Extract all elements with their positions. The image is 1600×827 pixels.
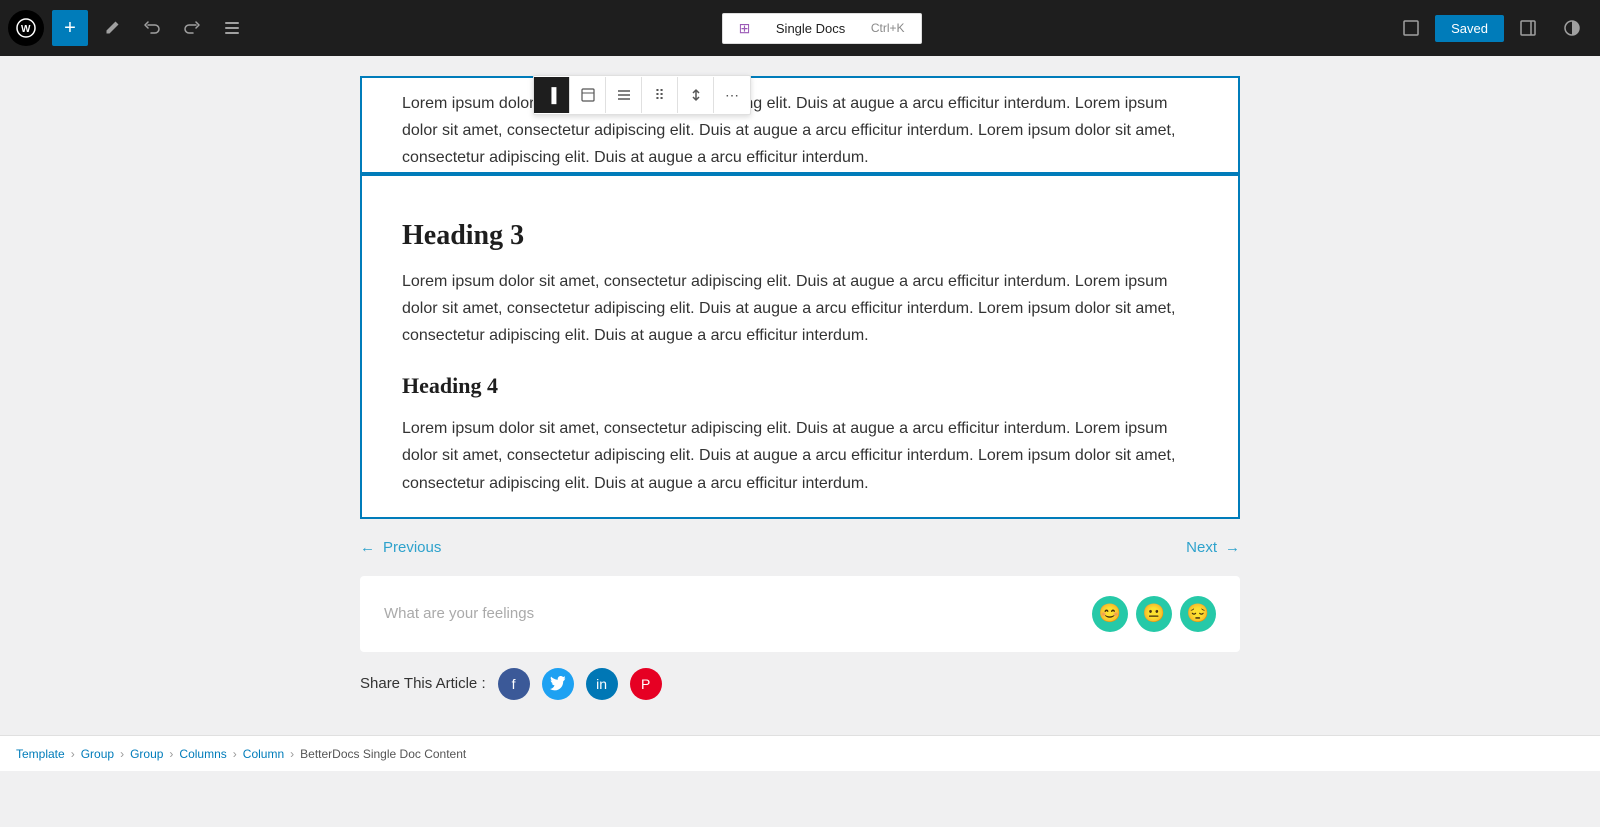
single-docs-label: Single Docs	[776, 21, 845, 36]
share-pinterest[interactable]: P	[630, 668, 662, 700]
previous-label: Previous	[383, 539, 441, 556]
breadcrumb-sep-1: ›	[71, 747, 75, 761]
breadcrumb-sep-3: ›	[169, 747, 173, 761]
previous-link[interactable]: ← Previous	[360, 539, 441, 556]
next-link[interactable]: Next →	[1186, 539, 1240, 556]
main-content: Lorem ipsum dolor sit amet, consectetur …	[0, 56, 1600, 771]
undo-button[interactable]	[134, 10, 170, 46]
share-facebook[interactable]: f	[498, 668, 530, 700]
view-button[interactable]	[1393, 10, 1429, 46]
breadcrumb-sep-5: ›	[290, 747, 294, 761]
docs-icon: ⊞	[739, 20, 751, 37]
share-twitter[interactable]	[542, 668, 574, 700]
feelings-icons: 😊 😐 😔	[1092, 596, 1216, 632]
drag-btn[interactable]: ⠿	[642, 77, 678, 113]
shortcut-label: Ctrl+K	[871, 21, 905, 35]
feeling-neutral[interactable]: 😐	[1136, 596, 1172, 632]
prev-arrow: ←	[360, 539, 375, 556]
list-view-button[interactable]	[214, 10, 250, 46]
share-linkedin[interactable]: in	[586, 668, 618, 700]
breadcrumb-column[interactable]: Column	[243, 747, 284, 761]
contrast-button[interactable]	[1554, 10, 1590, 46]
more-options-btn[interactable]: ⋯	[714, 77, 750, 113]
heading-3: Heading 3	[402, 220, 1198, 252]
feelings-placeholder: What are your feelings	[384, 605, 534, 622]
paragraph-3: Lorem ipsum dolor sit amet, consectetur …	[402, 268, 1198, 350]
navigation-row: ← Previous Next →	[360, 523, 1240, 572]
block-toolbar: ▐ ⠿ ⋯	[533, 75, 751, 115]
next-label: Next	[1186, 539, 1217, 556]
sidebar-toggle-button[interactable]	[1510, 10, 1546, 46]
next-arrow: →	[1225, 539, 1240, 556]
breadcrumb-sep-4: ›	[233, 747, 237, 761]
block-type-btn[interactable]	[570, 77, 606, 113]
breadcrumb-template[interactable]: Template	[16, 747, 65, 761]
content-text-area: Heading 3 Lorem ipsum dolor sit amet, co…	[362, 176, 1238, 517]
breadcrumb-columns[interactable]: Columns	[179, 747, 226, 761]
add-block-button[interactable]: +	[52, 10, 88, 46]
feelings-section: What are your feelings 😊 😐 😔	[360, 576, 1240, 652]
edit-button[interactable]	[94, 10, 130, 46]
wp-logo[interactable]: W	[8, 10, 44, 46]
main-content-block[interactable]: Heading 3 Lorem ipsum dolor sit amet, co…	[360, 174, 1240, 519]
feeling-happy[interactable]: 😊	[1092, 596, 1128, 632]
move-btn[interactable]	[678, 77, 714, 113]
toolbar-center: ⊞ Single Docs Ctrl+K	[252, 13, 1391, 44]
breadcrumb-group1[interactable]: Group	[81, 747, 114, 761]
share-label: Share This Article :	[360, 675, 486, 692]
single-docs-button[interactable]: ⊞ Single Docs Ctrl+K	[722, 13, 922, 44]
heading-4: Heading 4	[402, 373, 1198, 399]
feeling-sad[interactable]: 😔	[1180, 596, 1216, 632]
top-toolbar: W + ⊞ Single Docs	[0, 0, 1600, 56]
toolbar-right: Saved	[1391, 10, 1592, 46]
svg-text:W: W	[21, 24, 31, 35]
block-sidebar-btn[interactable]: ▐	[534, 77, 570, 113]
share-section: Share This Article : f in P	[360, 652, 1240, 716]
breadcrumb-sep-2: ›	[120, 747, 124, 761]
editor-canvas: Lorem ipsum dolor sit amet, consectetur …	[0, 76, 1600, 716]
saved-button[interactable]: Saved	[1435, 15, 1504, 42]
paragraph-4: Lorem ipsum dolor sit amet, consectetur …	[402, 415, 1198, 497]
breadcrumb-bar: Template › Group › Group › Columns › Col…	[0, 735, 1600, 771]
breadcrumb-current: BetterDocs Single Doc Content	[300, 747, 466, 761]
top-paragraph: Lorem ipsum dolor sit amet, consectetur …	[402, 90, 1198, 172]
content-block-top[interactable]: Lorem ipsum dolor sit amet, consectetur …	[360, 76, 1240, 174]
redo-button[interactable]	[174, 10, 210, 46]
breadcrumb-group2[interactable]: Group	[130, 747, 163, 761]
align-btn[interactable]	[606, 77, 642, 113]
